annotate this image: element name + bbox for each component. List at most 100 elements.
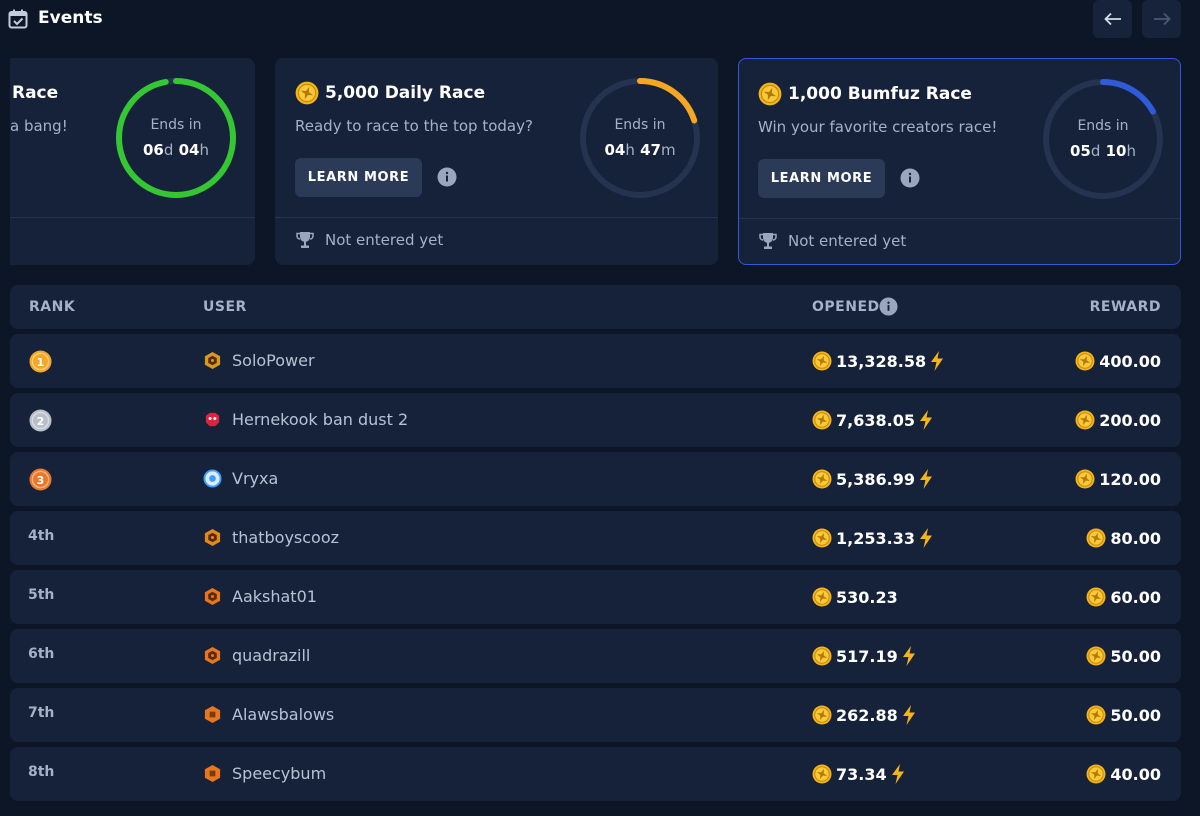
opened-amount: 73.34 <box>812 763 905 785</box>
lightning-icon <box>919 469 933 489</box>
coin-icon <box>1086 528 1106 548</box>
user-level-icon <box>204 528 221 547</box>
opened-value: 262.88 <box>836 705 898 725</box>
medal-icon: 3 <box>29 468 52 491</box>
reward-value: 50.00 <box>1110 646 1161 666</box>
race-title: 1,000 Bumfuz Race <box>788 84 972 104</box>
user-level-icon <box>205 412 220 427</box>
rank-label: 4th <box>28 528 55 544</box>
race-subtitle: a bang! <box>10 117 68 135</box>
next-button[interactable] <box>1142 0 1181 38</box>
rank-label: 5th <box>28 587 55 603</box>
coin-icon <box>1075 469 1095 489</box>
calendar-check-icon <box>8 9 28 29</box>
ends-label: Ends in <box>150 117 202 133</box>
reward-value: 200.00 <box>1099 410 1161 430</box>
user-level-icon <box>204 705 221 724</box>
opened-header: OPENED <box>812 299 880 315</box>
reward-value: 40.00 <box>1110 764 1161 784</box>
user-level-icon <box>204 646 221 665</box>
reward-amount: 40.00 <box>1086 763 1161 785</box>
learn-more-button[interactable]: LEARN MORE <box>295 158 422 197</box>
countdown-time: 05d 10h <box>1069 142 1137 160</box>
opened-amount: 1,253.33 <box>812 527 933 549</box>
reward-value: 400.00 <box>1099 351 1161 371</box>
page-title: Events <box>38 8 103 28</box>
opened-amount: 5,386.99 <box>812 468 933 490</box>
info-icon[interactable] <box>879 297 898 316</box>
opened-amount: 7,638.05 <box>812 409 933 431</box>
coin-icon <box>1086 764 1106 784</box>
opened-amount: 530.23 <box>812 586 898 608</box>
opened-value: 530.23 <box>836 587 898 607</box>
username[interactable]: Vryxa <box>232 469 278 488</box>
race-title: 5,000 Daily Race <box>325 83 486 103</box>
reward-amount: 50.00 <box>1086 704 1161 726</box>
lightning-icon <box>902 705 916 725</box>
reward-amount: 50.00 <box>1086 645 1161 667</box>
opened-value: 7,638.05 <box>836 410 915 430</box>
reward-amount: 200.00 <box>1075 409 1161 431</box>
countdown-ring: Ends in 05d 10h <box>1040 76 1166 202</box>
race-title: Race <box>12 83 59 103</box>
opened-amount: 262.88 <box>812 704 916 726</box>
medal-icon: 2 <box>29 409 52 432</box>
race-card-partial[interactable]: Race a bang! Ends in 06d 04h <box>10 58 255 265</box>
arrow-left-icon <box>1103 12 1121 26</box>
reward-value: 50.00 <box>1110 705 1161 725</box>
opened-value: 5,386.99 <box>836 469 915 489</box>
learn-more-button[interactable]: LEARN MORE <box>758 159 885 198</box>
card-divider <box>739 218 1180 219</box>
entry-status: Not entered yet <box>325 231 444 249</box>
opened-amount: 517.19 <box>812 645 916 667</box>
opened-value: 13,328.58 <box>836 351 927 371</box>
lightning-icon <box>902 646 916 666</box>
opened-value: 73.34 <box>836 764 887 784</box>
leaderboard-row: 8th Speecybum 73.34 40.00 <box>10 747 1181 801</box>
username[interactable]: Alawsbalows <box>232 705 334 724</box>
coin-icon <box>812 705 832 725</box>
coin-icon <box>812 646 832 666</box>
leaderboard-row: 7th Alawsbalows 262.88 50.00 <box>10 688 1181 742</box>
reward-value: 80.00 <box>1110 528 1161 548</box>
username[interactable]: Hernekook ban dust 2 <box>232 410 408 429</box>
lightning-icon <box>930 351 944 371</box>
coin-icon <box>1086 705 1106 725</box>
coin-icon <box>1075 410 1095 430</box>
race-card-daily[interactable]: 5,000 Daily Race Ready to race to the to… <box>275 58 718 265</box>
user-level-icon <box>204 351 221 370</box>
coin-icon <box>812 528 832 548</box>
lightning-icon <box>919 410 933 430</box>
info-icon[interactable] <box>900 168 920 188</box>
coin-icon <box>1086 646 1106 666</box>
leaderboard-row: 5th Aakshat01 530.23 60.00 <box>10 570 1181 624</box>
reward-amount: 60.00 <box>1086 586 1161 608</box>
opened-amount: 13,328.58 <box>812 350 944 372</box>
coin-icon <box>1075 351 1095 371</box>
race-card-bumfuz[interactable]: 1,000 Bumfuz Race Win your favorite crea… <box>738 58 1181 265</box>
prev-button[interactable] <box>1093 0 1132 38</box>
rank-header: RANK <box>29 299 76 315</box>
user-level-icon <box>204 587 221 606</box>
username[interactable]: Speecybum <box>232 764 326 783</box>
arrow-right-icon <box>1153 12 1171 26</box>
countdown-ring: Ends in 06d 04h <box>113 75 239 201</box>
username[interactable]: thatboyscooz <box>232 528 339 547</box>
race-subtitle: Win your favorite creators race! <box>758 118 998 136</box>
username[interactable]: Aakshat01 <box>232 587 317 606</box>
ends-label: Ends in <box>1077 118 1129 134</box>
info-icon[interactable] <box>437 167 457 187</box>
username[interactable]: quadrazill <box>232 646 310 665</box>
reward-header: REWARD <box>1089 299 1161 315</box>
user-level-icon <box>203 469 222 488</box>
user-level-icon <box>204 764 221 783</box>
coin-icon <box>758 82 782 106</box>
card-divider <box>10 217 255 218</box>
leaderboard-row: 1 SoloPower 13,328.58 400.00 <box>10 334 1181 388</box>
svg-text:1: 1 <box>37 356 45 369</box>
medal-icon: 1 <box>29 350 52 373</box>
opened-value: 1,253.33 <box>836 528 915 548</box>
username[interactable]: SoloPower <box>232 351 315 370</box>
coin-icon <box>812 469 832 489</box>
entry-status: Not entered yet <box>788 232 907 250</box>
